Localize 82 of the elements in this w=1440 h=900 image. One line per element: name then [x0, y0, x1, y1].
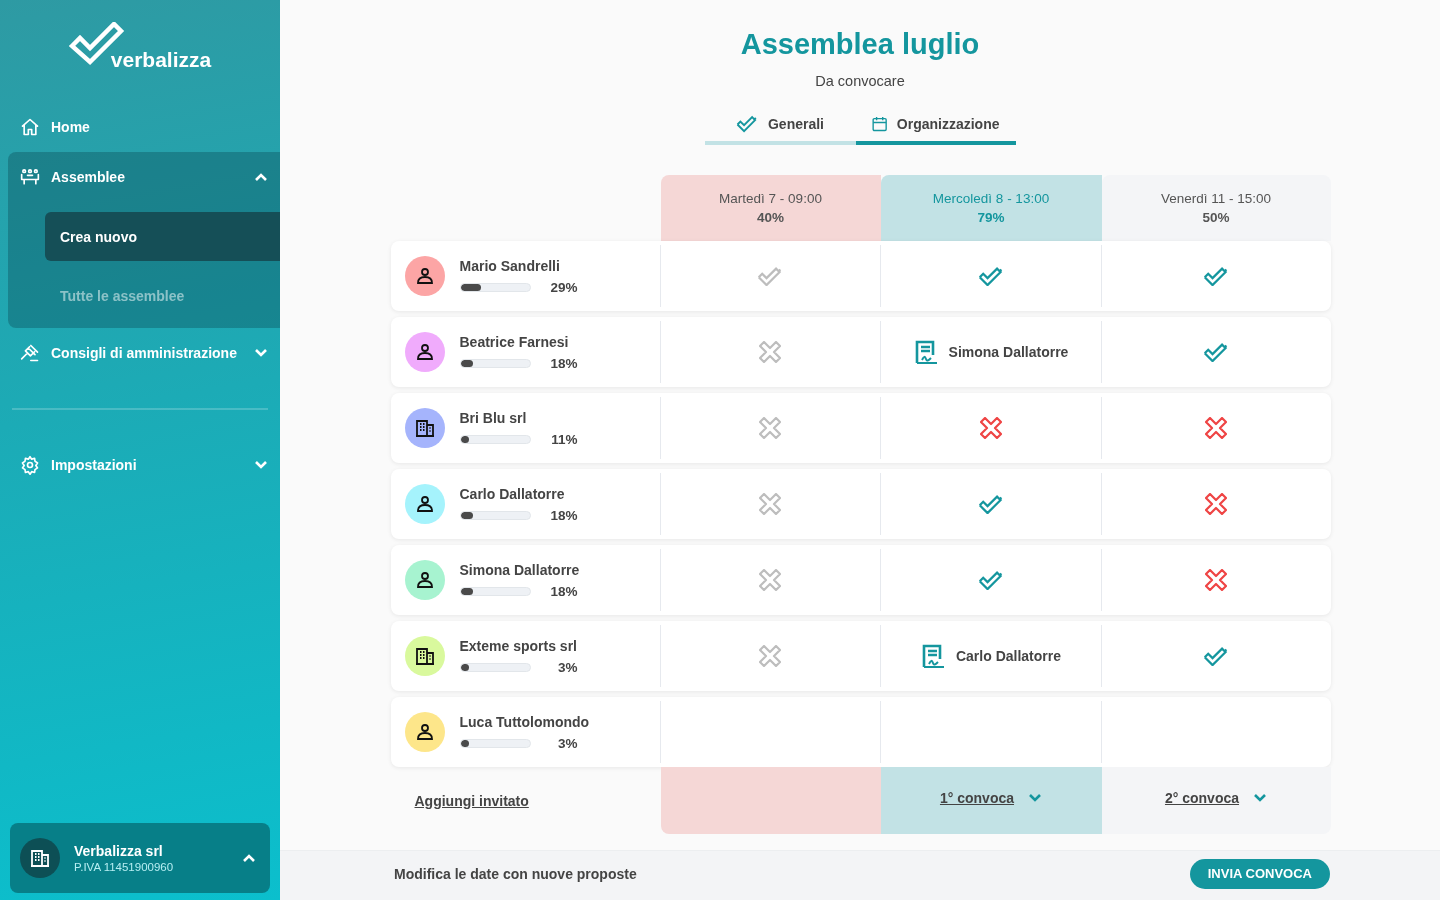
calendar-icon	[871, 114, 887, 134]
add-guest-link[interactable]: Aggiungi invitato	[414, 792, 529, 809]
tab[interactable]: Organizzazione	[855, 107, 1016, 145]
status-text: Da convocare	[815, 73, 905, 89]
company-vat: P.IVA 11451900960	[74, 861, 175, 873]
nav-subitem[interactable]: Crea nuovo	[45, 212, 280, 261]
people-icon	[20, 167, 40, 187]
share-bar	[459, 434, 531, 444]
chevron-down-icon	[1028, 792, 1043, 803]
date-column-header: Martedì 7 - 09:00 40%	[660, 175, 881, 241]
person-icon	[414, 570, 435, 590]
share-bar	[459, 282, 531, 292]
company-switcher[interactable]: Verbalizza srl P.IVA 11451900960	[10, 823, 270, 893]
cross-icon	[979, 417, 1002, 439]
cross-icon	[759, 341, 781, 363]
share-percent: 18%	[549, 355, 578, 371]
cross-icon	[1205, 493, 1227, 515]
delegate-name: Simona Dallatorre	[948, 344, 1069, 360]
hint-text: Modifica le date con nuove proposte	[394, 865, 637, 882]
dropdown-button[interactable]	[1028, 792, 1043, 803]
cross-icon	[1205, 569, 1227, 591]
building-icon	[414, 646, 435, 666]
person-icon	[414, 342, 435, 362]
page-title: Assemblea luglio	[740, 28, 980, 61]
company-name: Verbalizza srl	[74, 843, 164, 859]
check-icon	[1203, 265, 1229, 287]
share-percent: 18%	[549, 507, 578, 523]
participant-name: Mario Sandrelli	[459, 257, 561, 274]
share-bar	[459, 586, 531, 596]
share-percent: 3%	[557, 735, 578, 751]
gavel-icon	[20, 343, 40, 363]
check-icon	[977, 265, 1004, 287]
check-icon	[977, 569, 1004, 591]
participant-name: Simona Dallatorre	[459, 561, 580, 578]
share-bar	[459, 510, 531, 520]
cross-icon	[759, 493, 781, 515]
check-icon	[1203, 341, 1229, 363]
share-percent: 29%	[549, 279, 578, 295]
building-icon	[30, 848, 50, 868]
chevron-up-icon	[242, 853, 256, 863]
check-icon	[977, 493, 1004, 515]
cross-icon	[759, 645, 781, 667]
share-bar	[459, 662, 531, 672]
send-button[interactable]: INVIA CONVOCA	[1189, 858, 1330, 889]
chevron-down-icon	[1253, 792, 1268, 803]
share-percent: 3%	[557, 659, 578, 675]
share-percent: 11%	[550, 431, 578, 447]
date-column-header: Venerdì 11 - 15:00 50%	[1101, 175, 1331, 241]
settings-icon	[20, 455, 40, 475]
chevron-down-icon	[254, 460, 268, 470]
participant-name: Beatrice Farnesi	[459, 333, 570, 350]
cross-icon	[1205, 417, 1227, 439]
check-icon	[757, 265, 783, 287]
tab[interactable]: Generali	[704, 107, 856, 145]
chevron-down-icon	[254, 348, 268, 358]
nav-item[interactable]: Consigli di amministrazione	[8, 328, 280, 378]
home-icon	[20, 117, 40, 137]
convocation-link[interactable]: 2° convoca	[1164, 789, 1240, 806]
participant-name: Exteme sports srl	[459, 637, 578, 654]
person-icon	[414, 722, 435, 742]
share-bar	[459, 738, 531, 748]
person-icon	[414, 494, 435, 514]
nav-item[interactable]: Assemblee	[8, 152, 280, 202]
nav-item[interactable]: Impostazioni	[8, 440, 280, 490]
chevron-up-icon	[254, 172, 268, 182]
person-icon	[414, 266, 435, 286]
share-percent: 18%	[549, 583, 578, 599]
delegate-name: Carlo Dallatorre	[955, 648, 1061, 664]
date-column-header: Mercoledì 8 - 13:00 79%	[880, 175, 1102, 241]
participant-name: Bri Blu srl	[459, 409, 528, 426]
logo: verbalizza	[68, 20, 212, 72]
cross-icon	[759, 417, 781, 439]
check-icon	[736, 115, 758, 133]
building-icon	[414, 418, 435, 438]
participant-name: Luca Tuttolomondo	[459, 713, 590, 730]
nav-item[interactable]: Home	[8, 102, 280, 152]
convocation-link[interactable]: 1° convoca	[939, 789, 1015, 806]
participant-name: Carlo Dallatorre	[459, 485, 566, 502]
share-bar	[459, 358, 531, 368]
check-icon	[1203, 645, 1229, 667]
dropdown-button[interactable]	[1253, 792, 1268, 803]
cross-icon	[759, 569, 781, 591]
